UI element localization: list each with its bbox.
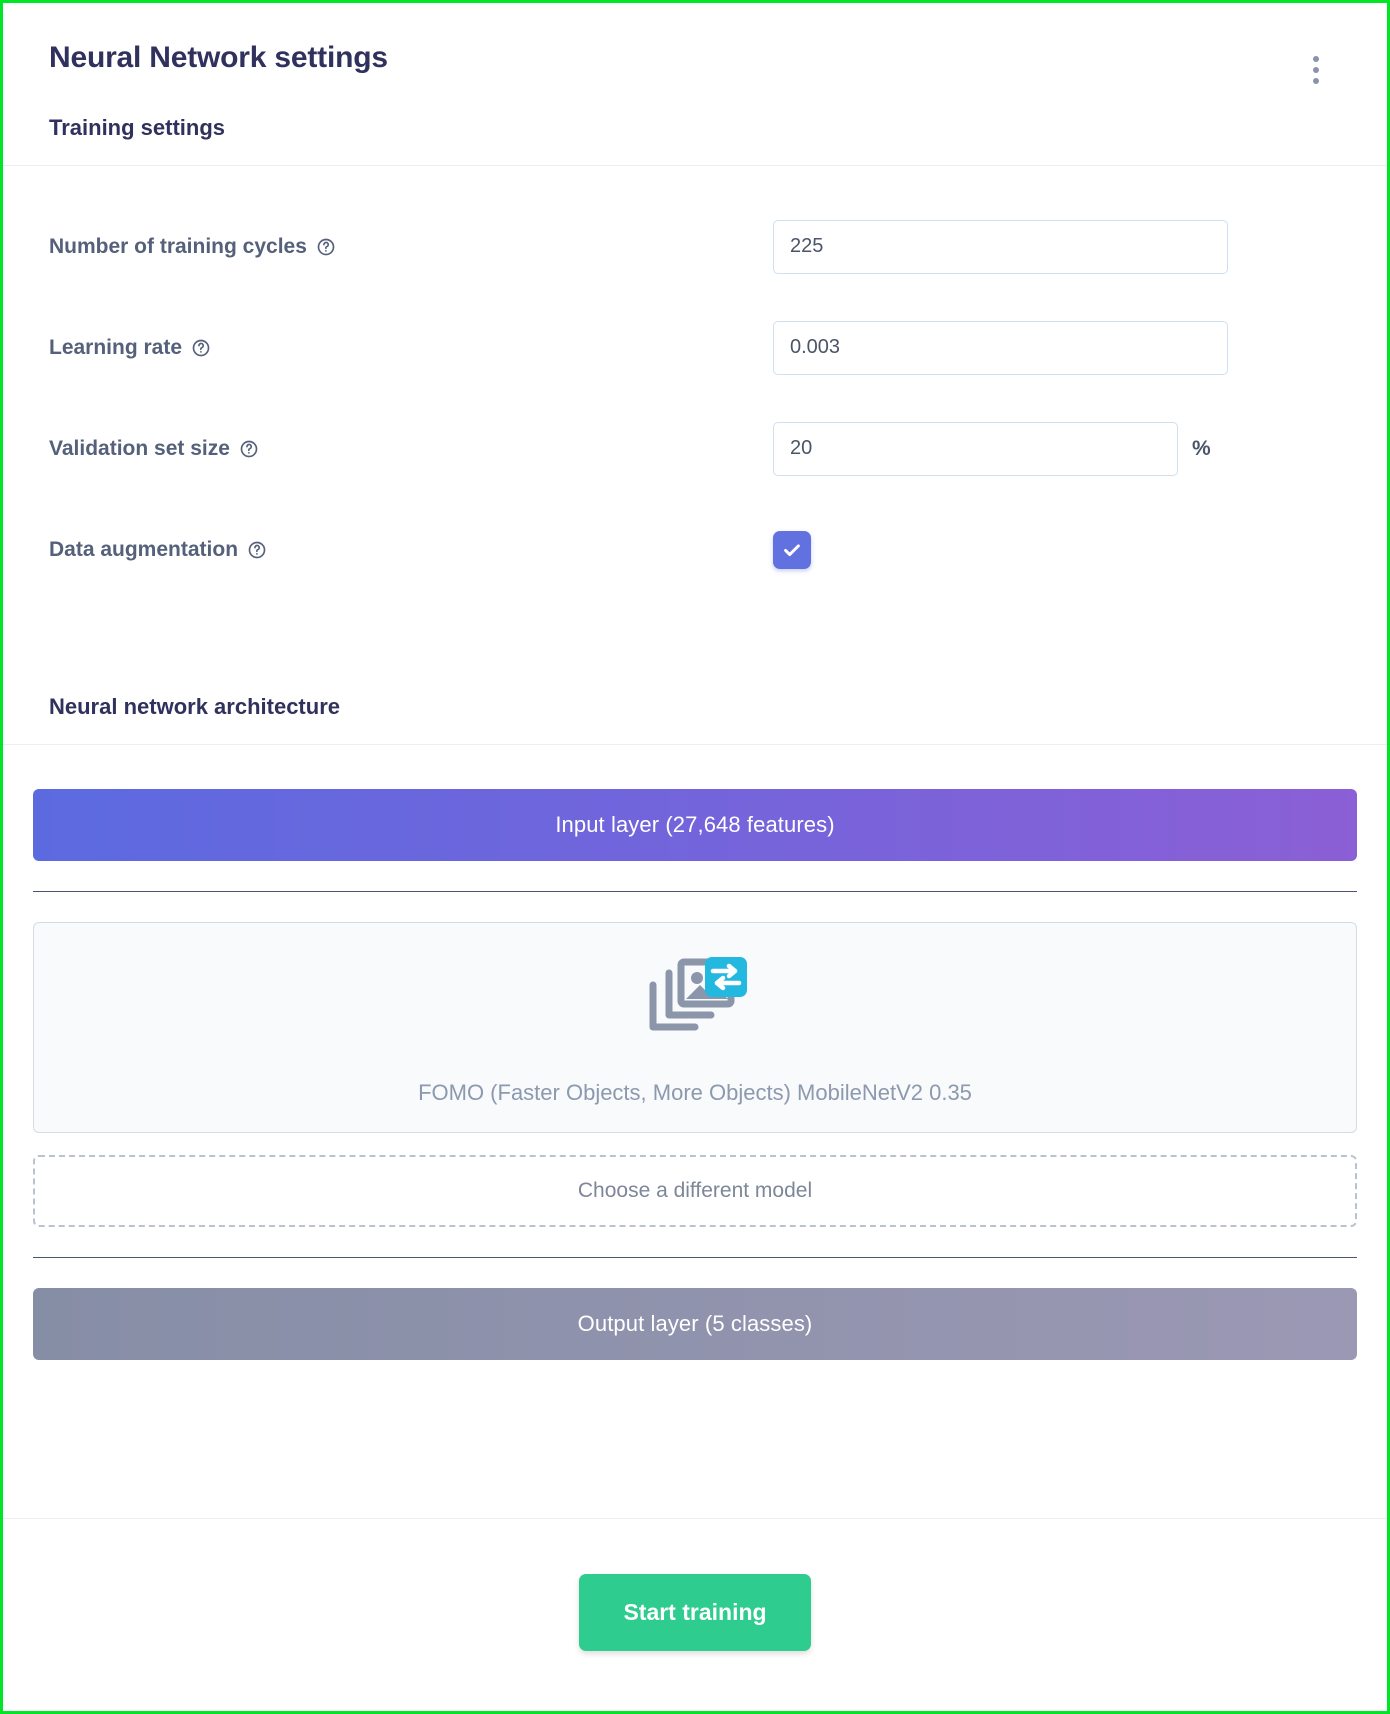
label-validation-set-size: Validation set size	[49, 437, 773, 461]
arch-bottom-spacer	[33, 1360, 1357, 1400]
kebab-menu-icon[interactable]	[1301, 53, 1331, 87]
selected-model-card[interactable]: FOMO (Faster Objects, More Objects) Mobi…	[33, 922, 1357, 1133]
field-validation-set-size: %	[773, 421, 1341, 476]
field-data-augmentation	[773, 530, 1341, 569]
input-layer-bar: Input layer (27,648 features)	[33, 789, 1357, 861]
label-validation-set-size-text: Validation set size	[49, 436, 230, 460]
help-circle-icon[interactable]	[247, 540, 267, 560]
training-settings-heading: Training settings	[49, 115, 226, 140]
field-learning-rate	[773, 320, 1341, 375]
training-cycles-input[interactable]	[773, 219, 1228, 274]
card-header: Neural Network settings	[3, 3, 1387, 87]
help-circle-icon[interactable]	[191, 338, 211, 358]
label-training-cycles: Number of training cycles	[49, 235, 773, 259]
card-footer: Start training	[3, 1518, 1387, 1711]
kebab-dot-2	[1313, 67, 1319, 73]
connector-input-to-model	[33, 891, 1357, 892]
neural-network-settings-window: Neural Network settings Training setting…	[0, 0, 1390, 1714]
choose-different-model-label: Choose a different model	[577, 1179, 813, 1202]
help-circle-icon[interactable]	[316, 237, 336, 257]
validation-set-size-input[interactable]	[773, 421, 1178, 476]
input-layer-label: Input layer (27,648 features)	[555, 812, 835, 837]
label-data-augmentation-text: Data augmentation	[49, 537, 239, 561]
choose-different-model-button[interactable]: Choose a different model	[33, 1155, 1357, 1227]
kebab-dot-1	[1313, 56, 1319, 62]
architecture-heading: Neural network architecture	[49, 694, 340, 719]
selected-model-name: FOMO (Faster Objects, More Objects) Mobi…	[418, 1080, 972, 1105]
label-data-augmentation: Data augmentation	[49, 538, 773, 562]
label-training-cycles-text: Number of training cycles	[49, 234, 307, 258]
label-learning-rate-text: Learning rate	[49, 335, 183, 359]
output-layer-bar: Output layer (5 classes)	[33, 1288, 1357, 1360]
help-circle-icon[interactable]	[239, 439, 259, 459]
settings-card: Neural Network settings Training setting…	[3, 3, 1387, 1711]
row-data-augmentation: Data augmentation	[49, 499, 1341, 600]
label-learning-rate: Learning rate	[49, 336, 773, 360]
percent-suffix: %	[1192, 436, 1211, 460]
connector-model-to-output	[33, 1257, 1357, 1258]
architecture-diagram: Input layer (27,648 features) FOMO (Fast…	[3, 745, 1387, 1400]
settings-spacer	[49, 600, 1341, 666]
row-training-cycles: Number of training cycles	[49, 196, 1341, 297]
page-title: Neural Network settings	[49, 41, 388, 74]
image-transfer-icon	[643, 957, 747, 1046]
arch-top-spacer	[33, 745, 1357, 789]
output-layer-label: Output layer (5 classes)	[577, 1311, 813, 1336]
field-training-cycles	[773, 219, 1341, 274]
row-learning-rate: Learning rate	[49, 297, 1341, 398]
kebab-dot-3	[1313, 78, 1319, 84]
start-training-button[interactable]: Start training	[579, 1574, 811, 1651]
data-augmentation-checkbox[interactable]	[773, 530, 811, 569]
training-settings-form: Number of training cycles Learning	[3, 166, 1387, 666]
learning-rate-input[interactable]	[773, 320, 1228, 375]
row-validation-set-size: Validation set size %	[49, 398, 1341, 499]
